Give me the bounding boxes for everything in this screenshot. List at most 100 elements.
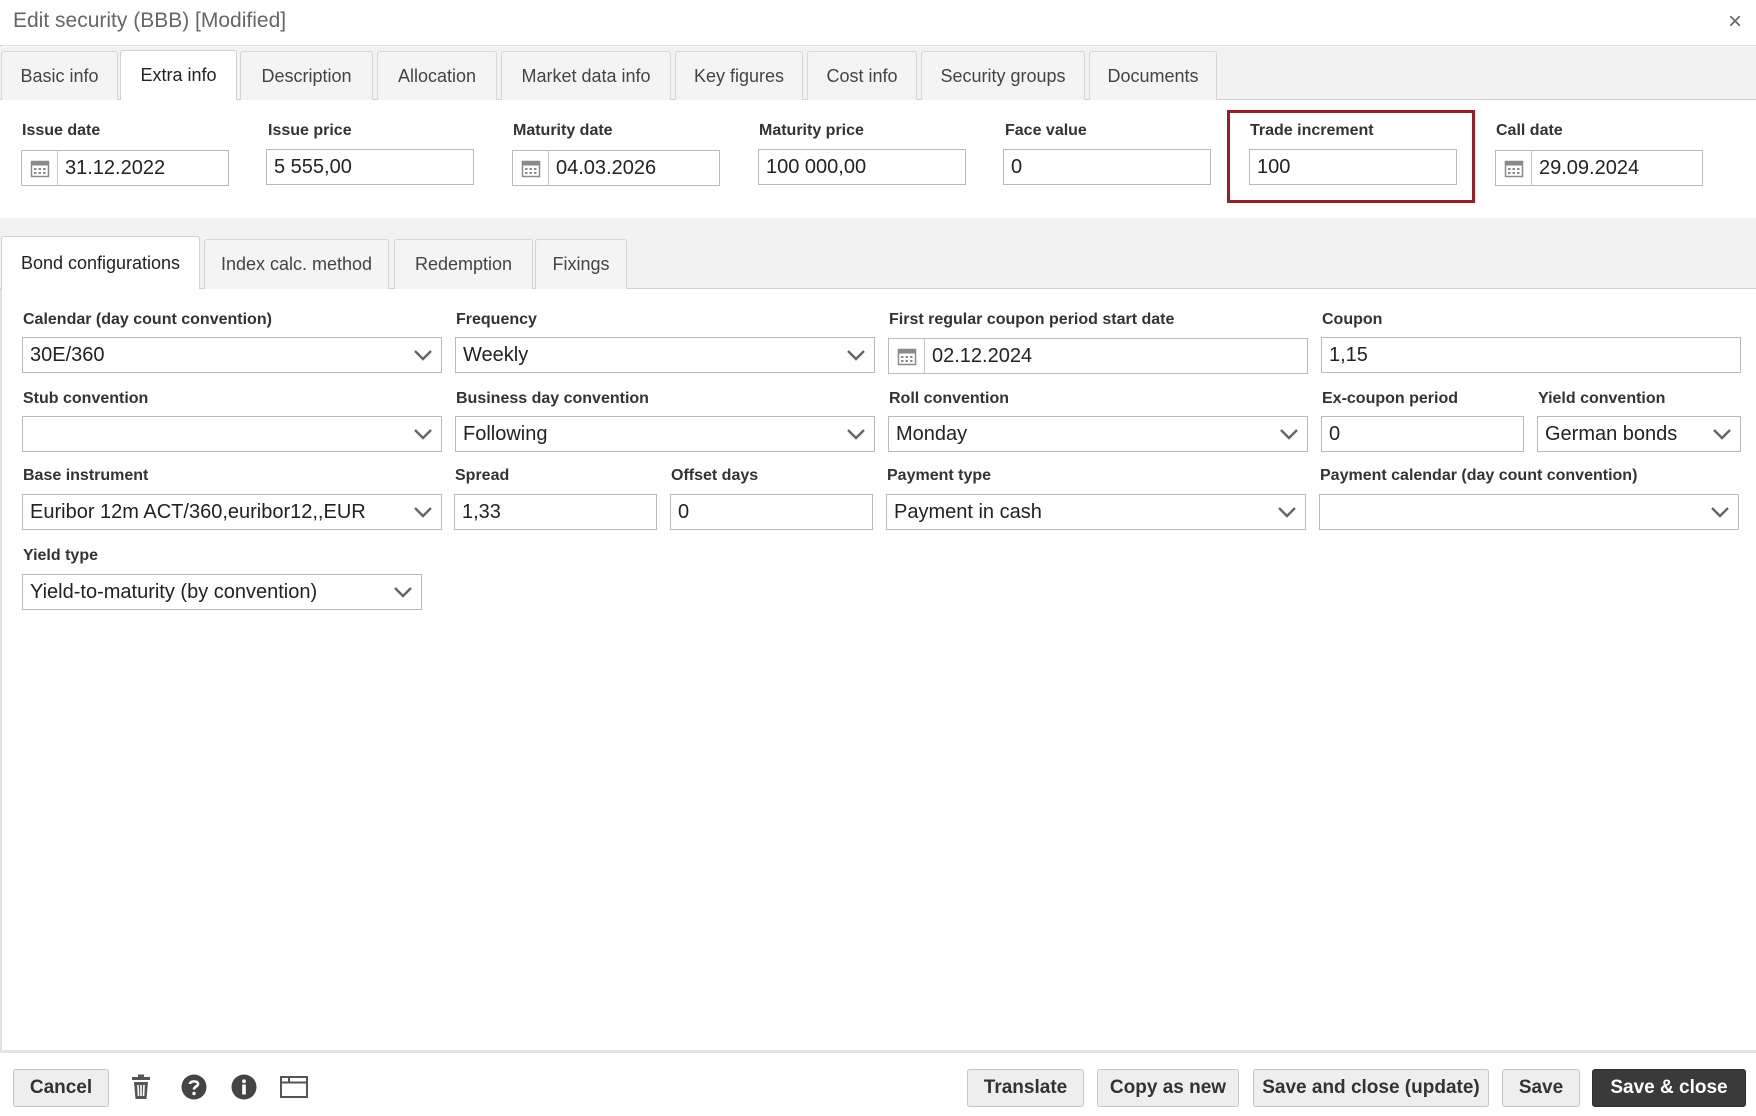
window-icon[interactable] bbox=[279, 1073, 309, 1101]
yield-convention-label: Yield convention bbox=[1538, 390, 1666, 407]
dialog-footer: Cancel Translate Copy as new Save and cl… bbox=[0, 1050, 1756, 1116]
trade-increment-input[interactable]: 100 bbox=[1249, 149, 1457, 185]
tab-fixings[interactable]: Fixings bbox=[535, 239, 627, 289]
stub-convention-select[interactable] bbox=[22, 416, 442, 452]
payment-calendar-select[interactable] bbox=[1319, 494, 1739, 530]
save-and-close-update-button[interactable]: Save and close (update) bbox=[1253, 1069, 1489, 1107]
base-instrument-select[interactable]: Euribor 12m ACT/360,euribor12,,EUR bbox=[22, 494, 442, 530]
top-tab-bar: Basic info Extra info Description Alloca… bbox=[0, 47, 1756, 100]
chevron-down-icon bbox=[414, 429, 432, 440]
maturity-date-value: 04.03.2026 bbox=[556, 156, 657, 179]
chevron-down-icon bbox=[1713, 429, 1731, 440]
calendar-icon[interactable] bbox=[22, 151, 58, 185]
first-coupon-date-label: First regular coupon period start date bbox=[889, 311, 1175, 328]
chevron-down-icon bbox=[1278, 507, 1296, 518]
first-coupon-date-field[interactable]: 02.12.2024 bbox=[888, 338, 1308, 374]
yield-type-value: Yield-to-maturity (by convention) bbox=[30, 580, 318, 603]
face-value-label: Face value bbox=[1005, 122, 1087, 139]
business-day-label: Business day convention bbox=[456, 390, 649, 407]
tab-security-groups[interactable]: Security groups bbox=[921, 51, 1085, 100]
roll-convention-label: Roll convention bbox=[889, 390, 1009, 407]
issue-price-label: Issue price bbox=[268, 122, 352, 139]
calendar-icon[interactable] bbox=[889, 339, 925, 373]
sub-tab-bar: Bond configurations Index calc. method R… bbox=[0, 233, 1756, 289]
maturity-date-field[interactable]: 04.03.2026 bbox=[512, 150, 720, 186]
base-instrument-label: Base instrument bbox=[23, 467, 149, 484]
trade-increment-label: Trade increment bbox=[1250, 122, 1374, 139]
trash-icon[interactable] bbox=[127, 1073, 155, 1101]
calendar-label: Calendar (day count convention) bbox=[23, 311, 272, 328]
yield-convention-value: German bonds bbox=[1545, 422, 1678, 445]
business-day-select[interactable]: Following bbox=[455, 416, 875, 452]
tab-allocation[interactable]: Allocation bbox=[377, 51, 497, 100]
chevron-down-icon bbox=[414, 350, 432, 361]
stub-convention-label: Stub convention bbox=[23, 390, 149, 407]
payment-type-label: Payment type bbox=[887, 467, 992, 484]
payment-type-value: Payment in cash bbox=[894, 500, 1042, 523]
tab-bond-configurations[interactable]: Bond configurations bbox=[1, 236, 200, 289]
help-icon[interactable] bbox=[180, 1073, 208, 1101]
roll-convention-select[interactable]: Monday bbox=[888, 416, 1308, 452]
issue-price-input[interactable]: 5 555,00 bbox=[266, 149, 474, 185]
translate-button[interactable]: Translate bbox=[967, 1069, 1084, 1107]
issue-date-field[interactable]: 31.12.2022 bbox=[21, 150, 229, 186]
offset-days-input[interactable]: 0 bbox=[670, 494, 873, 530]
save-and-close-button[interactable]: Save & close bbox=[1592, 1069, 1746, 1107]
maturity-price-label: Maturity price bbox=[759, 122, 864, 139]
issue-date-label: Issue date bbox=[22, 122, 101, 139]
chevron-down-icon bbox=[1711, 507, 1729, 518]
save-button[interactable]: Save bbox=[1502, 1069, 1580, 1107]
tab-redemption[interactable]: Redemption bbox=[394, 239, 533, 289]
spread-input[interactable]: 1,33 bbox=[454, 494, 657, 530]
yield-type-label: Yield type bbox=[23, 547, 98, 564]
tab-market-data-info[interactable]: Market data info bbox=[501, 51, 671, 100]
payment-type-select[interactable]: Payment in cash bbox=[886, 494, 1306, 530]
info-icon[interactable] bbox=[230, 1073, 258, 1101]
face-value-input[interactable]: 0 bbox=[1003, 149, 1211, 185]
yield-type-select[interactable]: Yield-to-maturity (by convention) bbox=[22, 574, 422, 610]
frequency-label: Frequency bbox=[456, 311, 537, 328]
yield-convention-select[interactable]: German bonds bbox=[1537, 416, 1741, 452]
dialog-titlebar: Edit security (BBB) [Modified] × bbox=[0, 0, 1756, 46]
tab-description[interactable]: Description bbox=[240, 51, 373, 100]
call-date-field[interactable]: 29.09.2024 bbox=[1495, 150, 1703, 186]
business-day-value: Following bbox=[463, 422, 548, 445]
tab-documents[interactable]: Documents bbox=[1089, 51, 1217, 100]
chevron-down-icon bbox=[1280, 429, 1298, 440]
coupon-label: Coupon bbox=[1322, 311, 1383, 328]
calendar-icon[interactable] bbox=[513, 151, 549, 185]
tab-basic-info[interactable]: Basic info bbox=[1, 51, 118, 100]
roll-convention-value: Monday bbox=[896, 422, 968, 445]
section-separator bbox=[0, 218, 1756, 233]
coupon-input[interactable]: 1,15 bbox=[1321, 337, 1741, 373]
base-instrument-value: Euribor 12m ACT/360,euribor12,,EUR bbox=[30, 500, 366, 523]
chevron-down-icon bbox=[414, 507, 432, 518]
issue-date-value: 31.12.2022 bbox=[65, 156, 166, 179]
calendar-select[interactable]: 30E/360 bbox=[22, 337, 442, 373]
tab-extra-info[interactable]: Extra info bbox=[120, 50, 237, 100]
call-date-value: 29.09.2024 bbox=[1539, 156, 1640, 179]
ex-coupon-input[interactable]: 0 bbox=[1321, 416, 1524, 452]
tab-key-figures[interactable]: Key figures bbox=[675, 51, 803, 100]
frequency-select-value: Weekly bbox=[463, 343, 529, 366]
chevron-down-icon bbox=[394, 587, 412, 598]
chevron-down-icon bbox=[847, 350, 865, 361]
cancel-button[interactable]: Cancel bbox=[13, 1069, 109, 1107]
frequency-select[interactable]: Weekly bbox=[455, 337, 875, 373]
calendar-icon[interactable] bbox=[1496, 151, 1532, 185]
tab-index-calc-method[interactable]: Index calc. method bbox=[204, 239, 389, 289]
close-icon[interactable]: × bbox=[1728, 8, 1742, 36]
spread-label: Spread bbox=[455, 467, 510, 484]
first-coupon-date-value: 02.12.2024 bbox=[932, 344, 1033, 367]
call-date-label: Call date bbox=[1496, 122, 1563, 139]
offset-days-label: Offset days bbox=[671, 467, 759, 484]
ex-coupon-label: Ex-coupon period bbox=[1322, 390, 1458, 407]
payment-calendar-label: Payment calendar (day count convention) bbox=[1320, 467, 1638, 484]
maturity-date-label: Maturity date bbox=[513, 122, 613, 139]
dialog-title: Edit security (BBB) [Modified] bbox=[13, 9, 287, 32]
maturity-price-input[interactable]: 100 000,00 bbox=[758, 149, 966, 185]
calendar-select-value: 30E/360 bbox=[30, 343, 105, 366]
chevron-down-icon bbox=[847, 429, 865, 440]
tab-cost-info[interactable]: Cost info bbox=[807, 51, 917, 100]
copy-as-new-button[interactable]: Copy as new bbox=[1097, 1069, 1239, 1107]
